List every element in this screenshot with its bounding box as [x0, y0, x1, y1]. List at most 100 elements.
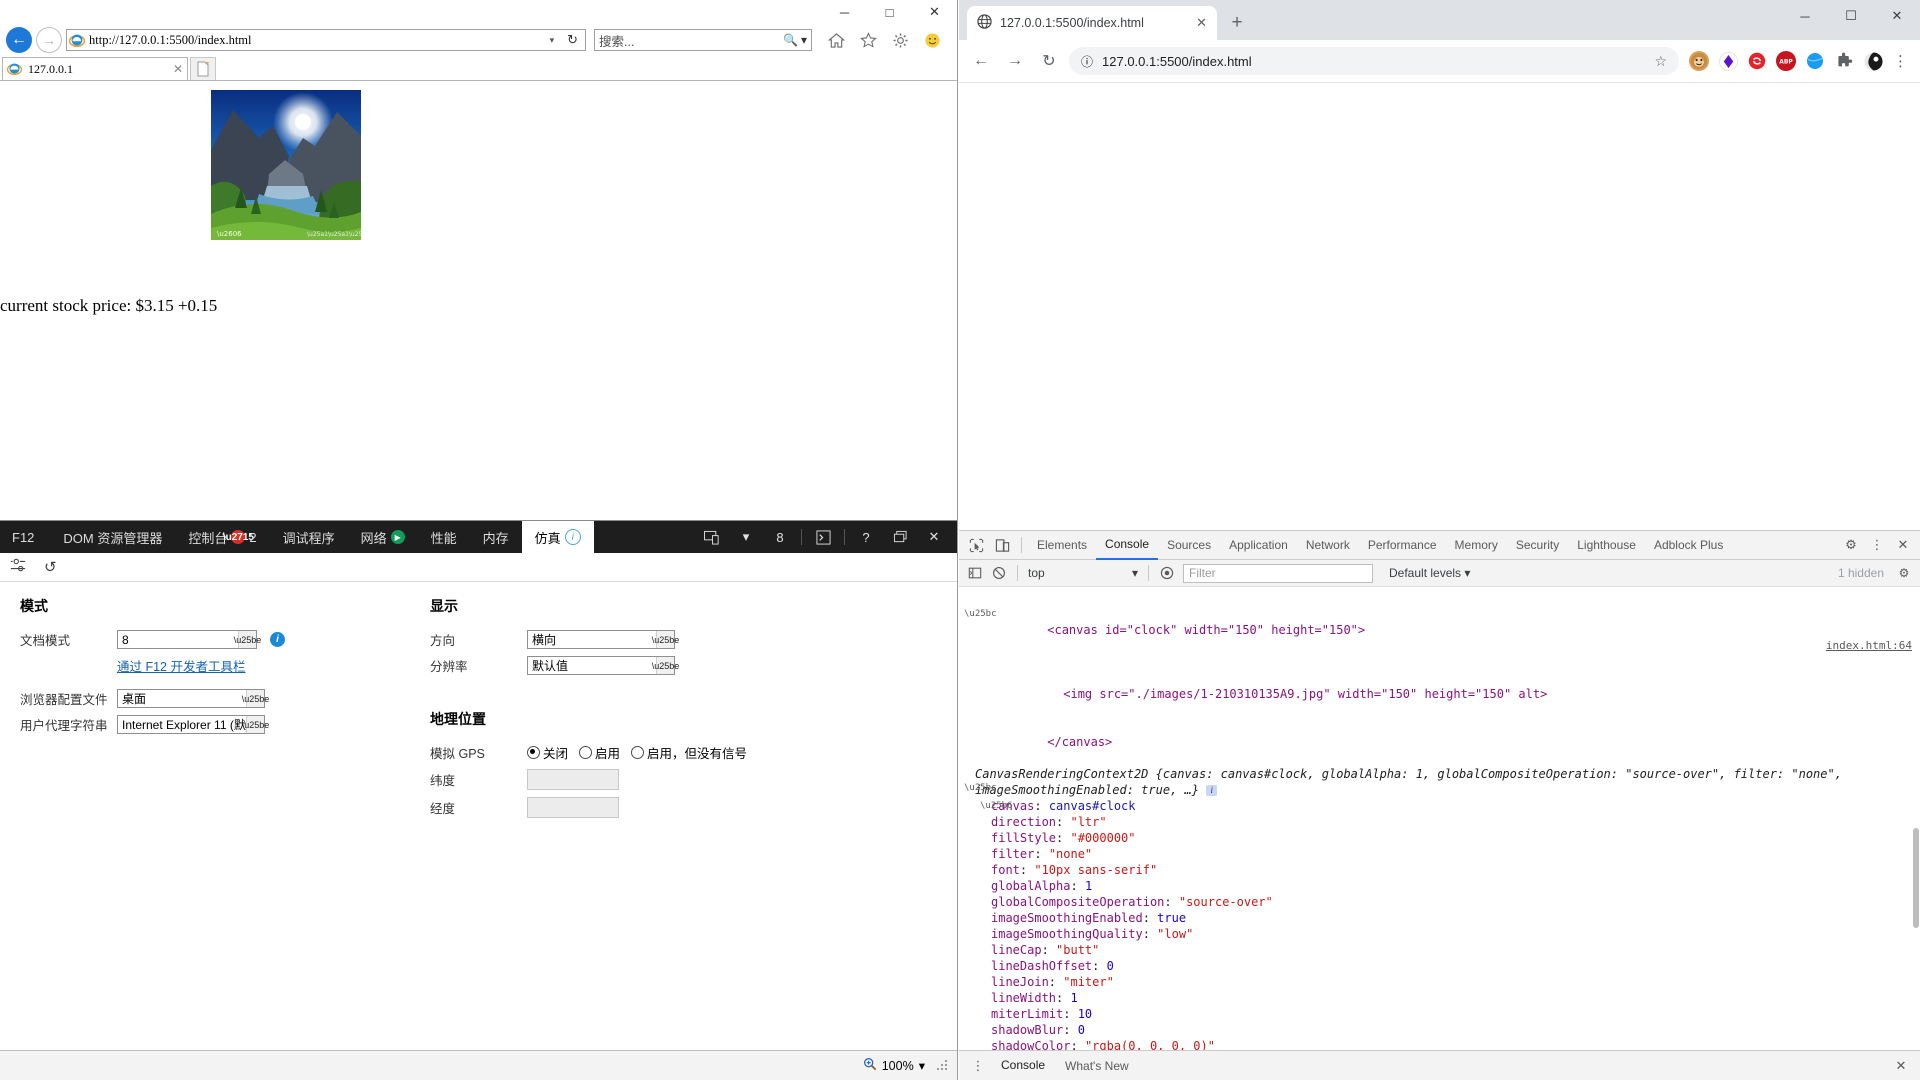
bookmark-star-icon[interactable]: ☆	[1654, 53, 1667, 70]
document-mode-info-icon[interactable]: i	[270, 632, 285, 647]
tab-performance[interactable]: Performance	[1359, 532, 1446, 559]
favorites-icon[interactable]	[858, 30, 878, 50]
f12-close-icon[interactable]: ✕	[917, 521, 951, 553]
ie-close-button[interactable]: ✕	[912, 0, 957, 24]
extensions-puzzle-icon[interactable]	[1834, 51, 1854, 71]
console-log-levels-select[interactable]: Default levels ▾	[1389, 566, 1470, 580]
purple-diamond-extension-icon[interactable]	[1718, 51, 1738, 71]
address-bar[interactable]: http://127.0.0.1:5500/index.html ▾ ↻	[66, 29, 586, 51]
console-source-link[interactable]: index.html:64	[1826, 638, 1912, 654]
tab-console[interactable]: Console	[1096, 531, 1159, 560]
f12-tab-emulation[interactable]: 仿真 i	[521, 521, 594, 553]
chrome-close-button[interactable]: ✕	[1874, 0, 1920, 32]
expand-arrow-icon[interactable]: \u25bc	[964, 606, 997, 622]
gps-option-off[interactable]: 关闭	[527, 743, 568, 762]
chrome-back-button[interactable]: ←	[967, 47, 995, 75]
chrome-menu-icon[interactable]: ⋮	[1889, 54, 1912, 69]
drawer-more-icon[interactable]: ⋮	[965, 1053, 991, 1079]
property-row[interactable]: \u25b6 canvas: canvas#clock	[975, 798, 1920, 814]
expand-arrow-icon[interactable]: \u25b6	[980, 798, 1013, 814]
chevron-down-icon[interactable]: \u25be	[242, 690, 269, 707]
f12-tab-performance[interactable]: 性能	[418, 521, 470, 553]
chevron-down-icon[interactable]: \u25be	[652, 657, 679, 674]
back-button[interactable]: ←	[6, 27, 32, 53]
adblock-plus-icon[interactable]: ABP	[1776, 51, 1796, 71]
ie-new-tab-button[interactable]	[190, 57, 216, 80]
zoom-in-icon[interactable]	[863, 1057, 877, 1074]
tab-elements[interactable]: Elements	[1028, 532, 1096, 559]
console-prompt-toggle-icon[interactable]	[806, 521, 840, 553]
help-icon[interactable]: ?	[849, 521, 883, 553]
tab-sources[interactable]: Sources	[1158, 532, 1220, 559]
f12-tab-console[interactable]: 控制台 \u2715 2	[175, 521, 269, 553]
blue-globe-extension-icon[interactable]	[1805, 51, 1825, 71]
console-message-canvas[interactable]: \u25bc <canvas id="clock" width="150" he…	[959, 590, 1920, 670]
ie-minimize-button[interactable]: ─	[822, 0, 867, 24]
gps-option-on[interactable]: 启用	[579, 743, 620, 762]
user-agent-select[interactable]: Internet Explorer 11 (默 \u25be	[117, 715, 269, 734]
device-dropdown-icon[interactable]: ▾	[729, 521, 763, 553]
console-sidebar-toggle-icon[interactable]	[963, 561, 987, 585]
search-dropdown-icon[interactable]: ▾	[801, 33, 807, 47]
emulation-reset-icon[interactable]: ↺	[44, 558, 57, 576]
ie-tab[interactable]: 127.0.0.1 ✕	[2, 57, 188, 80]
tab-memory[interactable]: Memory	[1446, 532, 1507, 559]
console-settings-icon[interactable]: ⚙	[1892, 561, 1916, 585]
chevron-down-icon[interactable]: \u25be	[652, 631, 679, 648]
devtools-more-icon[interactable]: ⋮	[1864, 532, 1890, 558]
expand-arrow-icon[interactable]: \u25bc	[964, 780, 997, 796]
chevron-down-icon[interactable]: ▾	[1132, 566, 1138, 580]
console-filter-input[interactable]: Filter	[1183, 563, 1373, 583]
chevron-down-icon[interactable]: \u25be	[242, 716, 269, 733]
zoom-dropdown-icon[interactable]: ▾	[919, 1058, 925, 1073]
ie-tab-close-icon[interactable]: ✕	[173, 62, 183, 76]
network-play-icon[interactable]: ▶	[390, 530, 405, 544]
smiley-icon[interactable]	[922, 30, 942, 50]
ie-maximize-button[interactable]: □	[867, 0, 912, 24]
home-icon[interactable]	[826, 30, 846, 50]
chevron-down-icon[interactable]: \u25be	[234, 631, 261, 648]
red-circle-extension-icon[interactable]	[1747, 51, 1767, 71]
emulation-info-icon[interactable]: i	[564, 529, 581, 545]
f12-developer-toolbar-link[interactable]: 通过 F12 开发者工具栏	[117, 656, 246, 675]
tab-lighthouse[interactable]: Lighthouse	[1568, 532, 1645, 559]
forward-button[interactable]: →	[36, 27, 62, 53]
f12-tab-memory[interactable]: 内存	[470, 521, 522, 553]
console-output[interactable]: \u25bc <canvas id="clock" width="150" he…	[959, 587, 1920, 1050]
tab-application[interactable]: Application	[1220, 532, 1297, 559]
chrome-reload-button[interactable]: ↻	[1035, 47, 1063, 75]
property-value[interactable]: canvas#clock	[1049, 799, 1136, 813]
device-emulation-icon[interactable]	[695, 521, 729, 553]
gps-option-on-no-signal[interactable]: 启用，但没有信号	[631, 743, 747, 762]
execution-context-select[interactable]: top ▾	[1024, 563, 1142, 583]
devtools-close-icon[interactable]: ✕	[1890, 532, 1916, 558]
refresh-icon[interactable]: ↻	[562, 32, 583, 48]
console-scrollbar[interactable]	[1913, 587, 1919, 1050]
console-message-object[interactable]: \u25bc CanvasRenderingContext2D {canvas:…	[959, 766, 1920, 798]
clear-console-icon[interactable]	[987, 561, 1011, 585]
emulation-settings-icon[interactable]	[10, 557, 26, 577]
zoom-control[interactable]: 100% ▾	[863, 1057, 925, 1074]
tab-security[interactable]: Security	[1507, 532, 1568, 559]
browser-profile-select[interactable]: 桌面 \u25be	[117, 689, 269, 708]
drawer-close-icon[interactable]: ✕	[1888, 1053, 1914, 1079]
resize-grip[interactable]	[937, 1059, 949, 1072]
chrome-minimize-button[interactable]: ─	[1782, 0, 1828, 32]
drawer-tab-whats-new[interactable]: What's New	[1055, 1052, 1139, 1080]
address-dropdown-icon[interactable]: ▾	[546, 35, 559, 46]
latitude-input[interactable]	[527, 769, 619, 790]
tab-network[interactable]: Network	[1297, 532, 1359, 559]
inspect-element-icon[interactable]	[963, 532, 989, 558]
new-tab-button[interactable]: +	[1223, 9, 1251, 37]
tab-adblock-plus[interactable]: Adblock Plus	[1645, 532, 1732, 559]
search-input[interactable]: 搜索...	[599, 31, 783, 50]
profile-avatar[interactable]	[1863, 51, 1883, 71]
longitude-input[interactable]	[527, 797, 619, 818]
chrome-forward-button[interactable]: →	[1001, 47, 1029, 75]
search-icon[interactable]: 🔍	[783, 33, 798, 47]
chrome-tab-close-icon[interactable]: ✕	[1196, 15, 1207, 31]
omnibox[interactable]: ⓘ 127.0.0.1:5500/index.html ☆	[1069, 47, 1679, 75]
chrome-maximize-button[interactable]: ☐	[1828, 0, 1874, 32]
document-mode-select[interactable]: 8 \u25be	[117, 630, 261, 649]
orientation-select[interactable]: 横向 \u25be	[527, 630, 679, 649]
